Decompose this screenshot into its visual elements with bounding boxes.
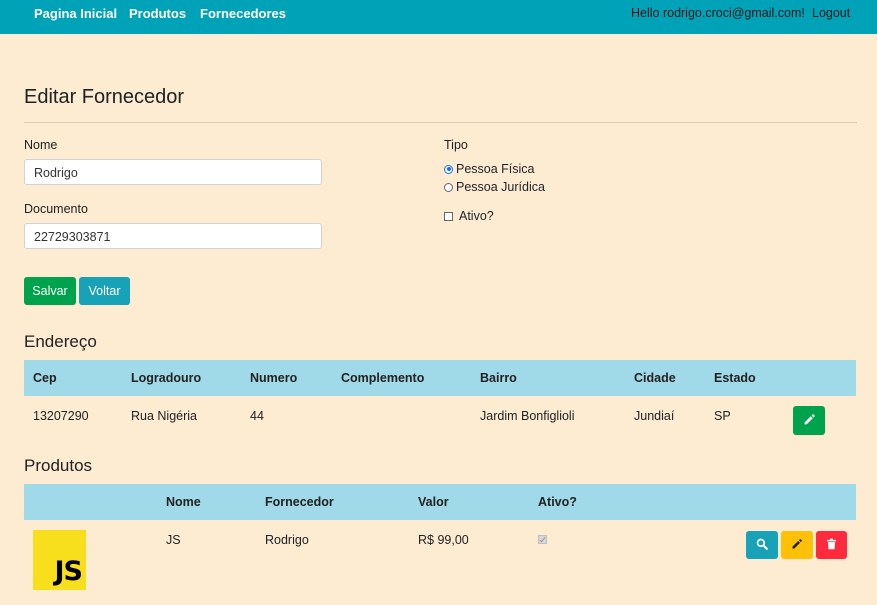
- trash-icon: [826, 538, 837, 553]
- product-nome: JS: [166, 533, 181, 547]
- product-valor: R$ 99,00: [418, 533, 469, 547]
- logout-link[interactable]: Logout: [812, 6, 850, 20]
- document-input[interactable]: 22729303871: [24, 223, 322, 249]
- address-table-header: Cep Logradouro Numero Complemento Bairro…: [24, 360, 856, 396]
- address-logradouro: Rua Nigéria: [131, 409, 198, 423]
- radio-pessoa-juridica[interactable]: Pessoa Jurídica: [444, 180, 545, 194]
- product-fornecedor: Rodrigo: [265, 533, 309, 547]
- address-numero: 44: [250, 409, 264, 423]
- active-checkbox-label: Ativo?: [459, 209, 494, 223]
- edit-address-button[interactable]: [793, 406, 825, 435]
- address-section-title: Endereço: [24, 332, 97, 351]
- products-col-valor: Valor: [418, 495, 449, 509]
- address-estado: SP: [714, 409, 731, 423]
- address-col-estado: Estado: [714, 371, 756, 385]
- user-greeting: Hello rodrigo.croci@gmail.com!: [631, 6, 805, 20]
- type-label: Tipo: [444, 138, 468, 152]
- delete-product-button[interactable]: [816, 531, 847, 559]
- address-cep: 13207290: [33, 409, 89, 423]
- search-icon: [756, 538, 768, 553]
- active-checkbox-row[interactable]: Ativo?: [444, 209, 494, 223]
- address-col-logradouro: Logradouro: [131, 371, 202, 385]
- product-active-checkbox: [538, 535, 547, 544]
- radio-pessoa-juridica-label: Pessoa Jurídica: [456, 180, 545, 194]
- name-label: Nome: [24, 138, 58, 152]
- nav-home-link[interactable]: Pagina Inicial: [34, 6, 117, 21]
- products-table-header: Nome Fornecedor Valor Ativo?: [24, 484, 856, 520]
- products-col-nome: Nome: [166, 495, 201, 509]
- product-image-text: JS: [54, 556, 83, 587]
- radio-pessoa-fisica[interactable]: Pessoa Física: [444, 162, 535, 176]
- name-input[interactable]: Rodrigo: [24, 159, 322, 185]
- page-title: Editar Fornecedor: [24, 86, 185, 108]
- nav-products-link[interactable]: Produtos: [129, 6, 186, 21]
- pencil-icon: [803, 413, 816, 429]
- radio-selected-icon[interactable]: [444, 164, 453, 174]
- products-col-fornecedor: Fornecedor: [265, 495, 334, 509]
- address-col-numero: Numero: [250, 371, 298, 385]
- nav-suppliers-link[interactable]: Fornecedores: [200, 6, 286, 21]
- address-col-bairro: Bairro: [480, 371, 517, 385]
- back-button[interactable]: Voltar: [79, 277, 130, 305]
- radio-pessoa-fisica-label: Pessoa Física: [456, 162, 535, 176]
- navbar: Pagina Inicial Produtos Fornecedores Hel…: [0, 0, 877, 34]
- radio-unselected-icon[interactable]: [444, 182, 453, 192]
- address-bairro: Jardim Bonfiglioli: [480, 409, 575, 423]
- products-col-ativo: Ativo?: [538, 495, 577, 509]
- address-cidade: Jundiaí: [634, 409, 675, 423]
- address-col-cep: Cep: [33, 371, 57, 385]
- title-divider: [24, 122, 857, 123]
- save-button[interactable]: Salvar: [24, 277, 76, 305]
- product-image: JS: [33, 530, 86, 590]
- document-label: Documento: [24, 202, 88, 216]
- address-col-cidade: Cidade: [634, 371, 676, 385]
- view-product-button[interactable]: [746, 531, 778, 559]
- pencil-icon: [791, 538, 803, 553]
- address-col-complemento: Complemento: [341, 371, 425, 385]
- products-section-title: Produtos: [24, 456, 93, 475]
- active-checkbox[interactable]: [444, 211, 453, 221]
- edit-product-button[interactable]: [781, 531, 813, 559]
